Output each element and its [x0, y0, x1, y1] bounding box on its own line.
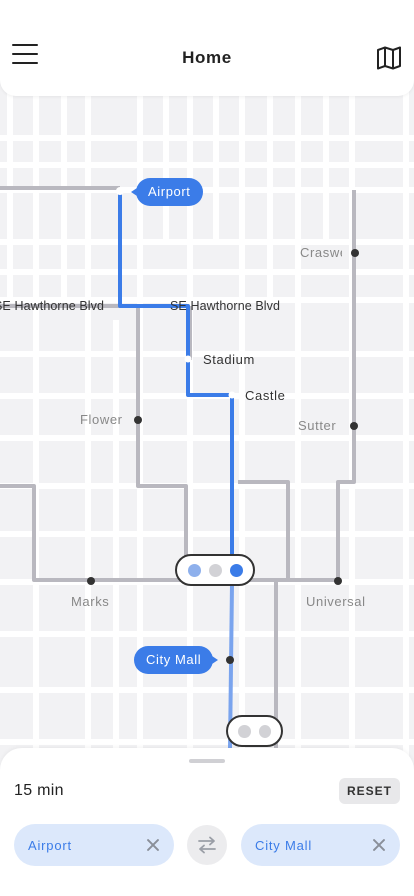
swap-button[interactable] [187, 825, 227, 865]
street-label: SE Hawthorne Blvd [0, 299, 105, 313]
stop-label-craswell[interactable]: Craswell [300, 245, 342, 260]
route-bottom-sheet[interactable]: 15 min RESET Airport City Mall [0, 748, 414, 896]
trip-duration: 15 min [14, 782, 64, 799]
origin-chip[interactable]: Airport [14, 824, 174, 866]
folded-map-icon[interactable] [376, 46, 402, 70]
destination-chip-label: City Mall [255, 837, 313, 853]
stop-label-sutter[interactable]: Sutter [298, 418, 336, 433]
close-icon[interactable] [372, 838, 386, 852]
top-app-bar: Home [0, 0, 414, 96]
swap-arrows-icon [198, 836, 216, 854]
stop-label-marks[interactable]: Marks [71, 594, 109, 609]
reset-button[interactable]: RESET [338, 778, 400, 804]
stop-label-stadium[interactable]: Stadium [203, 352, 255, 367]
transfer-pill-top[interactable] [175, 554, 255, 586]
transfer-dot [187, 563, 201, 577]
transfer-dot [238, 724, 251, 738]
origin-chip-label: Airport [28, 837, 72, 853]
drag-handle[interactable] [189, 759, 225, 763]
page-title: Home [182, 48, 232, 67]
transfer-dot [208, 563, 222, 577]
destination-marker[interactable]: City Mall [134, 646, 219, 674]
stop-label-castle[interactable]: Castle [245, 388, 285, 403]
stop-label-flower[interactable]: Flower [80, 412, 123, 427]
stop-label-universal[interactable]: Universal [306, 594, 366, 609]
street-label: SE Hawthorne Blvd [170, 299, 281, 313]
destination-chip[interactable]: City Mall [241, 824, 400, 866]
close-icon[interactable] [146, 838, 160, 852]
origin-marker[interactable]: Airport [131, 178, 203, 206]
transfer-dot-active [229, 563, 243, 577]
transfer-dot [258, 724, 271, 738]
transfer-pill-bottom[interactable] [226, 715, 283, 747]
